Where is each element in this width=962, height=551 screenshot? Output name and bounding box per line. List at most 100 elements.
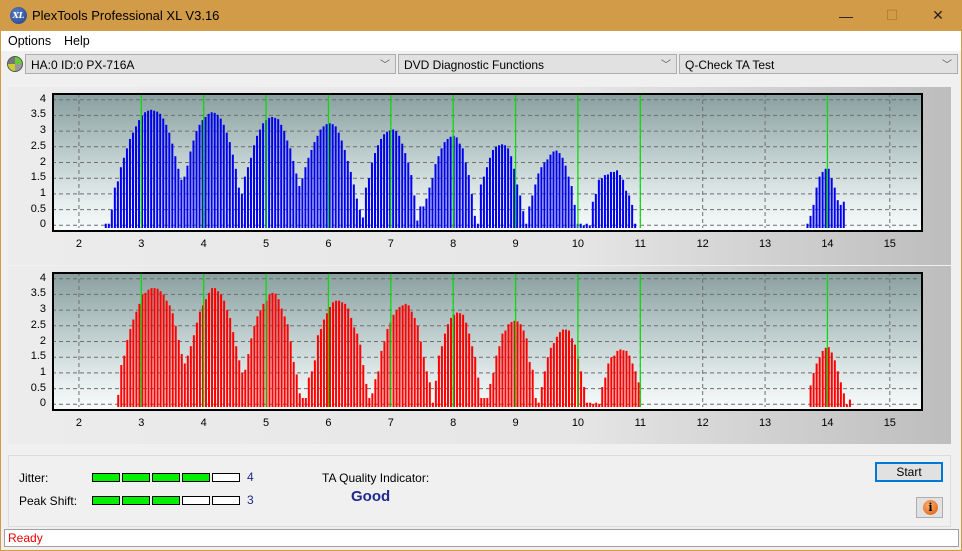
drive-select[interactable]: HA:0 ID:0 PX-716A ﹀ — [25, 54, 396, 74]
bar — [301, 398, 304, 407]
bar — [249, 157, 252, 228]
bar — [812, 204, 815, 228]
function-select[interactable]: DVD Diagnostic Functions ﹀ — [398, 54, 677, 74]
bar — [395, 310, 398, 407]
menu-help[interactable]: Help — [64, 34, 90, 48]
bar — [471, 346, 474, 407]
bar — [183, 363, 186, 407]
y-tick-label: 3.5 — [30, 287, 46, 300]
bar — [419, 341, 422, 407]
jitter-value: 4 — [247, 470, 254, 484]
bar — [207, 292, 210, 407]
app-logo-icon: XL — [10, 7, 27, 24]
bar — [480, 398, 483, 407]
bar — [325, 313, 328, 407]
bar — [528, 361, 531, 407]
test-select[interactable]: Q-Check TA Test ﹀ — [679, 54, 958, 74]
x-tick-label: 14 — [821, 417, 834, 429]
bar — [561, 329, 564, 407]
bar — [443, 333, 446, 407]
bar — [431, 178, 434, 228]
bar — [519, 195, 522, 228]
bar — [313, 142, 316, 228]
bar — [235, 346, 238, 407]
bar — [603, 175, 606, 228]
bar — [507, 324, 510, 407]
bar — [401, 143, 404, 228]
bar — [428, 382, 431, 407]
start-button[interactable]: Start — [875, 462, 943, 482]
bar — [830, 352, 833, 407]
x-tick-label: 12 — [696, 417, 709, 429]
x-tick-label: 5 — [263, 238, 270, 250]
bar — [410, 311, 413, 407]
bar — [589, 402, 592, 407]
bar — [171, 143, 174, 228]
bar — [482, 176, 485, 228]
bar — [374, 153, 377, 228]
bar — [540, 387, 543, 407]
bar — [456, 312, 459, 407]
bar — [135, 311, 138, 407]
bar — [845, 404, 848, 407]
bar — [238, 360, 241, 407]
bar — [180, 354, 183, 407]
bar — [386, 131, 389, 228]
jitter-label: Jitter: — [19, 471, 49, 485]
bar — [561, 157, 564, 228]
bar — [371, 393, 374, 407]
x-tick-label: 7 — [387, 417, 394, 429]
bar — [525, 338, 528, 407]
close-button[interactable]: ✕ — [915, 0, 961, 31]
bar — [600, 178, 603, 228]
chevron-down-icon: ﹀ — [661, 60, 671, 71]
bar — [601, 387, 604, 407]
bar — [434, 380, 437, 407]
bar — [280, 308, 283, 407]
info-button[interactable]: i — [916, 497, 943, 518]
y-tick-label: 1.5 — [30, 350, 46, 363]
maximize-button[interactable]: ☐ — [869, 0, 915, 31]
bar — [365, 383, 368, 407]
bar — [132, 319, 135, 407]
bar — [543, 162, 546, 228]
bar — [316, 135, 319, 228]
menu-bar: Options Help — [1, 31, 961, 51]
bar — [271, 116, 274, 228]
bar — [289, 341, 292, 407]
bar — [434, 164, 437, 228]
bar — [350, 317, 353, 407]
pit-chart-panel: 0 0.5 1 1.5 2 2.5 3 3.5 4 2 3 4 5 6 7 8 9 10 11 12 13 14 15 — [8, 266, 951, 444]
bar — [428, 187, 431, 228]
bar — [207, 113, 210, 228]
bar — [292, 361, 295, 407]
bar — [464, 162, 467, 228]
bar — [319, 328, 322, 407]
bar — [147, 110, 150, 228]
bar — [213, 112, 216, 228]
bar — [495, 355, 498, 407]
bar — [220, 294, 223, 407]
bar — [262, 123, 265, 228]
bar — [564, 165, 567, 228]
bar — [462, 314, 465, 407]
bar — [113, 187, 116, 228]
bar — [356, 333, 359, 407]
menu-options[interactable]: Options — [8, 34, 51, 48]
bar — [301, 178, 304, 228]
bar — [836, 371, 839, 407]
bar — [634, 371, 637, 407]
bar — [634, 223, 637, 228]
bar — [595, 402, 598, 407]
bar — [519, 324, 522, 407]
bar — [168, 132, 171, 228]
minimize-button[interactable]: — — [823, 0, 869, 31]
bar — [153, 110, 156, 228]
bar — [558, 153, 561, 228]
bar — [461, 148, 464, 228]
x-tick-label: 9 — [512, 238, 519, 250]
bar — [488, 157, 491, 228]
bar — [419, 206, 422, 228]
y-tick-label: 0 — [39, 218, 46, 231]
bar — [579, 223, 582, 228]
